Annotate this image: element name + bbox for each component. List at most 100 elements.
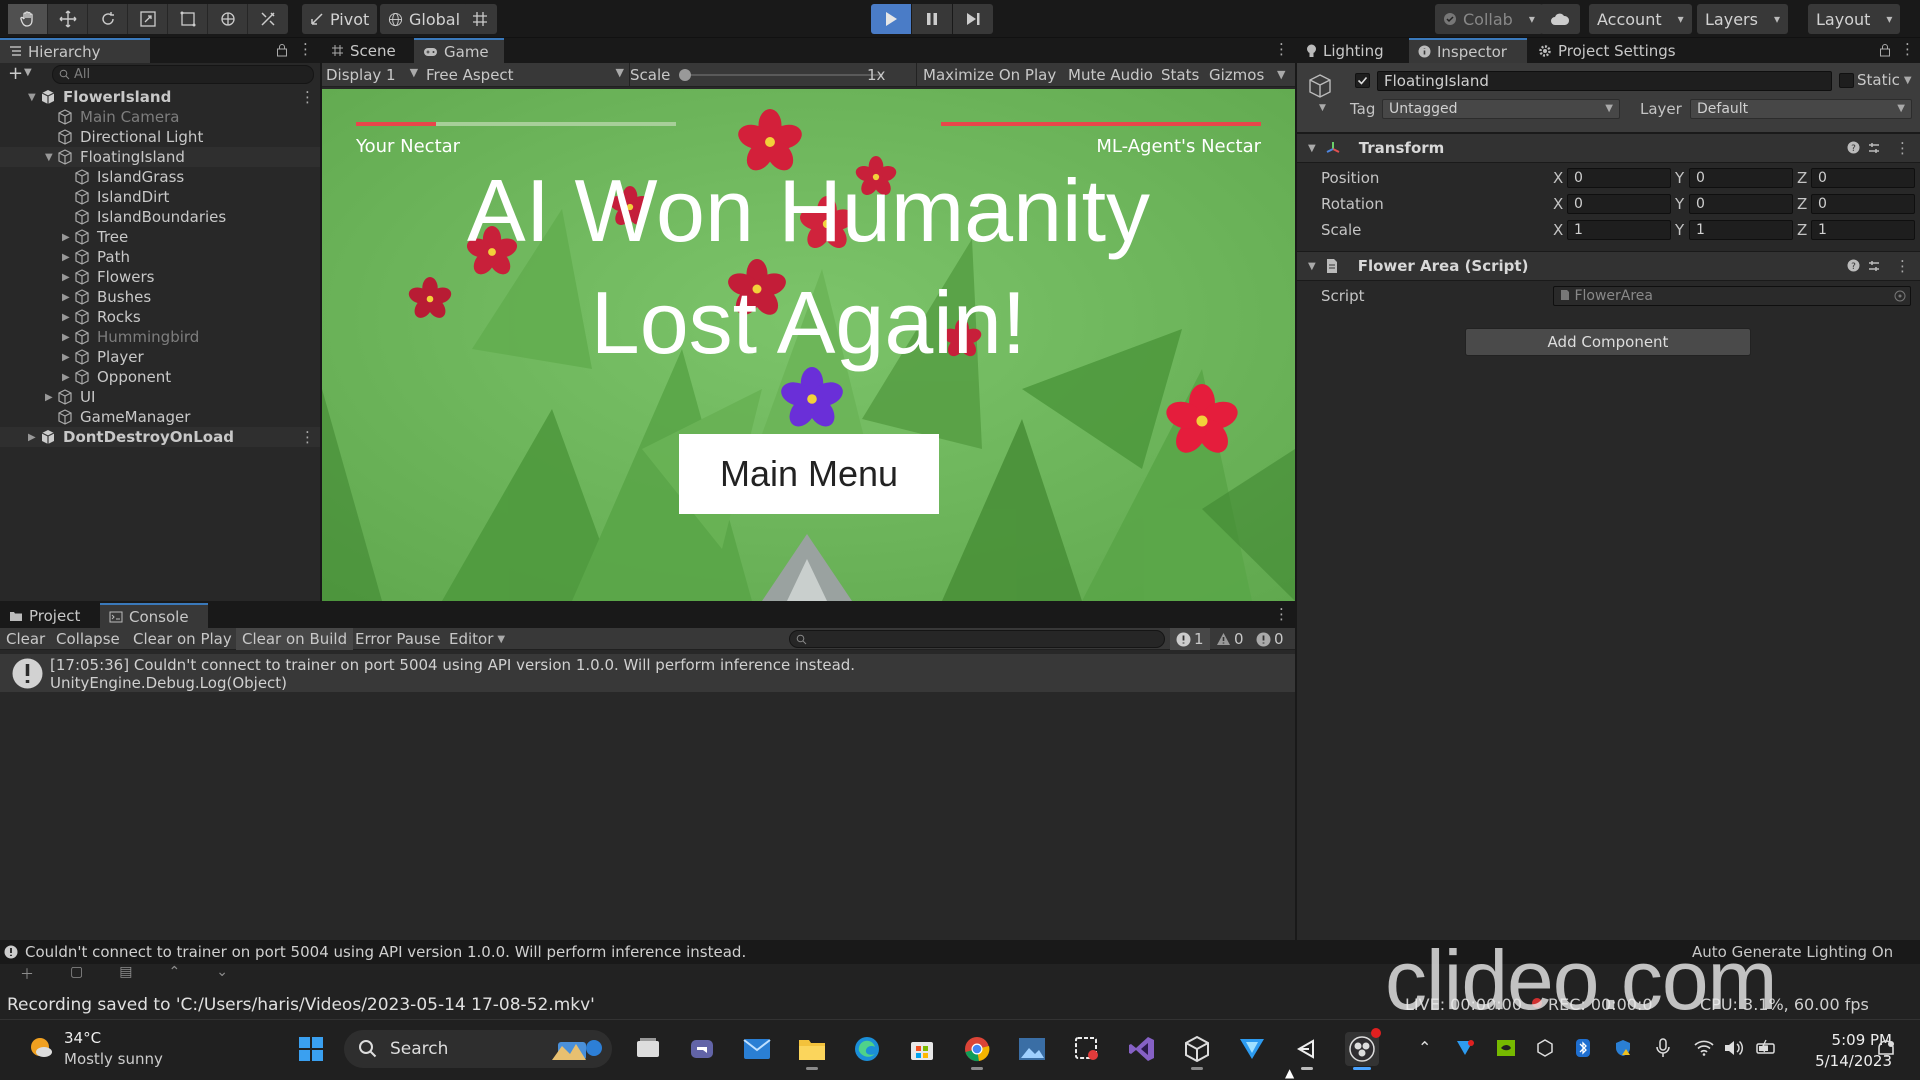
tab-game[interactable]: Game xyxy=(414,38,504,63)
hierarchy-item[interactable]: IslandBoundaries xyxy=(0,207,320,227)
hierarchy-item[interactable]: ▶ Bushes xyxy=(0,287,320,307)
scale-axis-label[interactable]: Y xyxy=(1675,221,1684,239)
transform-tool-icon[interactable] xyxy=(208,4,248,34)
help-icon[interactable]: ? xyxy=(1847,141,1860,154)
collab-button[interactable]: Collab xyxy=(1435,4,1543,34)
weather-description[interactable]: Mostly sunny xyxy=(64,1050,163,1068)
hierarchy-item[interactable]: GameManager xyxy=(0,407,320,427)
aspect-dropdown[interactable]: Free Aspect ▼ xyxy=(426,66,624,84)
info-count-toggle[interactable]: 1 xyxy=(1170,628,1210,650)
tab-inspector[interactable]: Inspector xyxy=(1409,38,1527,63)
foldout-expanded-icon[interactable]: ▼ xyxy=(45,152,53,163)
add-object-chevron-icon[interactable]: ▼ xyxy=(24,67,32,78)
obs-studio-icon[interactable] xyxy=(1345,1028,1381,1070)
rotation-field[interactable]: 0 xyxy=(1811,194,1915,214)
collapse-toggle[interactable]: Collapse xyxy=(50,628,126,650)
clear-button[interactable]: Clear xyxy=(0,628,51,650)
foldout-collapsed-icon[interactable]: ▶ xyxy=(62,372,70,383)
hierarchy-item[interactable]: ▶ Tree xyxy=(0,227,320,247)
tray-nvidia-icon[interactable] xyxy=(1497,1040,1515,1056)
hierarchy-item[interactable]: ▶ Hummingbird xyxy=(0,327,320,347)
maximize-on-play-toggle[interactable]: Maximize On Play xyxy=(923,66,1056,84)
hierarchy-item[interactable]: ▼ FlowerIsland ⋮ xyxy=(0,87,320,107)
foldout-expanded-icon[interactable]: ▼ xyxy=(28,92,36,103)
foldout-collapsed-icon[interactable]: ▶ xyxy=(62,312,70,323)
display-dropdown[interactable]: Display 1 ▼ xyxy=(326,66,418,84)
kebab-menu-icon[interactable]: ⋮ xyxy=(1895,257,1910,275)
unity-hub-icon[interactable] xyxy=(1180,1032,1214,1070)
foldout-collapsed-icon[interactable]: ▶ xyxy=(28,432,36,443)
tray-vpn-icon[interactable] xyxy=(1456,1040,1474,1056)
scale-tool-icon[interactable] xyxy=(128,4,168,34)
rotation-field[interactable]: 0 xyxy=(1567,194,1671,214)
hierarchy-item[interactable]: IslandDirt xyxy=(0,187,320,207)
lock-icon[interactable] xyxy=(276,43,288,57)
play-button[interactable] xyxy=(871,4,911,34)
volume-icon[interactable] xyxy=(1724,1040,1744,1056)
main-menu-button[interactable]: Main Menu xyxy=(679,434,939,514)
warning-count-toggle[interactable]: 0 xyxy=(1210,628,1250,650)
scale-slider-thumb[interactable] xyxy=(679,69,691,81)
hierarchy-item[interactable]: ▶ Player xyxy=(0,347,320,367)
position-field[interactable]: 0 xyxy=(1567,168,1671,188)
notifications-icon[interactable] xyxy=(1876,1039,1896,1059)
tab-project-settings[interactable]: Project Settings xyxy=(1529,38,1689,63)
layer-dropdown[interactable]: Default ▼ xyxy=(1690,99,1912,119)
tab-console[interactable]: Console xyxy=(100,603,208,628)
obs-down-icon[interactable]: ⌄ xyxy=(216,964,228,984)
scene-menu-icon[interactable]: ⋮ xyxy=(300,428,315,446)
position-axis-label[interactable]: X xyxy=(1553,169,1563,187)
wifi-icon[interactable] xyxy=(1694,1040,1714,1056)
hierarchy-item[interactable]: ▶ UI xyxy=(0,387,320,407)
editor-dropdown[interactable]: Editor ▼ xyxy=(443,628,511,650)
stats-toggle[interactable]: Stats xyxy=(1161,66,1199,84)
weather-temperature[interactable]: 34°C xyxy=(64,1029,101,1047)
kebab-menu-icon[interactable]: ⋮ xyxy=(298,42,313,57)
obs-add-icon[interactable]: ＋ xyxy=(20,964,34,984)
lock-icon[interactable] xyxy=(1879,43,1891,57)
console-search-input[interactable] xyxy=(789,630,1165,648)
taskbar-search-box[interactable]: Search xyxy=(344,1030,612,1068)
obs-trash-icon[interactable]: ▢ xyxy=(70,964,83,984)
object-name-field[interactable]: FloatingIsland xyxy=(1377,71,1832,91)
presets-icon[interactable] xyxy=(1867,141,1881,155)
position-field[interactable]: 0 xyxy=(1689,168,1793,188)
rotation-axis-label[interactable]: Y xyxy=(1675,195,1684,213)
microphone-icon[interactable] xyxy=(1656,1038,1670,1058)
console-log-entry[interactable]: [17:05:36] Couldn't connect to trainer o… xyxy=(0,654,1295,692)
kebab-menu-icon[interactable]: ⋮ xyxy=(1274,607,1289,622)
kebab-menu-icon[interactable]: ⋮ xyxy=(1900,42,1915,57)
error-count-toggle[interactable]: 0 xyxy=(1250,628,1290,650)
tray-unity-icon[interactable] xyxy=(1536,1039,1554,1057)
gizmos-chevron-icon[interactable]: ▼ xyxy=(1277,68,1285,81)
hierarchy-item[interactable]: ▶ Rocks xyxy=(0,307,320,327)
obs-props-icon[interactable]: ▤ xyxy=(119,964,132,984)
foldout-collapsed-icon[interactable]: ▶ xyxy=(45,392,53,403)
tag-dropdown[interactable]: Untagged ▼ xyxy=(1382,99,1620,119)
photos-icon[interactable] xyxy=(1015,1032,1049,1066)
active-checkbox[interactable] xyxy=(1355,73,1370,88)
presets-icon[interactable] xyxy=(1867,259,1881,273)
mail-icon[interactable] xyxy=(740,1032,774,1066)
hierarchy-search-input[interactable]: All xyxy=(52,65,314,84)
tab-hierarchy[interactable]: Hierarchy xyxy=(0,38,150,63)
scene-menu-icon[interactable]: ⋮ xyxy=(300,88,315,106)
icon-chevron-icon[interactable]: ▼ xyxy=(1319,103,1326,113)
rotation-axis-label[interactable]: X xyxy=(1553,195,1563,213)
clear-on-play-toggle[interactable]: Clear on Play xyxy=(127,628,238,650)
tab-scene[interactable]: Scene xyxy=(322,38,414,63)
kebab-menu-icon[interactable]: ⋮ xyxy=(1895,139,1910,157)
foldout-collapsed-icon[interactable]: ▶ xyxy=(62,232,70,243)
tray-shield-icon[interactable] xyxy=(1614,1039,1632,1057)
account-dropdown[interactable]: Account xyxy=(1589,4,1692,34)
hierarchy-item[interactable]: IslandGrass xyxy=(0,167,320,187)
hierarchy-item[interactable]: Main Camera xyxy=(0,107,320,127)
teams-chat-icon[interactable] xyxy=(685,1032,719,1066)
foldout-collapsed-icon[interactable]: ▶ xyxy=(62,292,70,303)
show-hidden-icons-chevron[interactable]: ⌃ xyxy=(1418,1038,1431,1057)
scale-axis-label[interactable]: Z xyxy=(1797,221,1807,239)
hierarchy-item[interactable]: ▶ Path xyxy=(0,247,320,267)
custom-tool-icon[interactable] xyxy=(248,4,288,34)
gizmos-toggle[interactable]: Gizmos xyxy=(1209,66,1264,84)
unity-editor-icon[interactable] xyxy=(1290,1032,1324,1070)
